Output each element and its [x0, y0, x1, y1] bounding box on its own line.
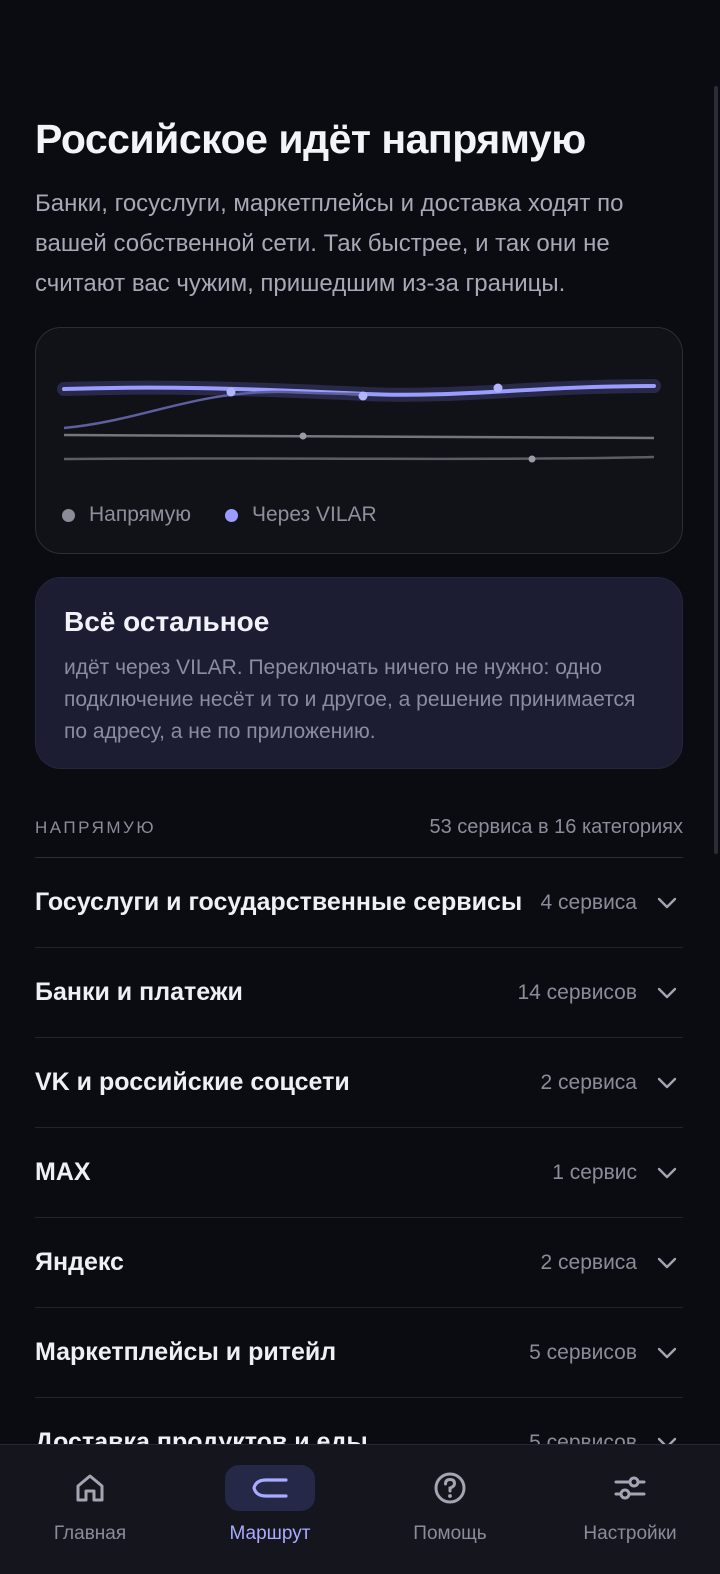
chevron-down-icon[interactable] — [655, 981, 679, 1005]
chart-legend: Напрямую Через VILAR — [62, 503, 411, 527]
category-count: 2 сервиса — [540, 1250, 637, 1274]
category-row[interactable]: MAX 1 сервис — [35, 1128, 683, 1218]
bottom-navigation: Главная Маршрут Помощь Настройки — [0, 1444, 720, 1574]
chevron-down-icon[interactable] — [655, 1341, 679, 1365]
category-title: Маркетплейсы и ритейл — [35, 1338, 337, 1366]
nav-label-route: Маршрут — [229, 1523, 311, 1544]
vilar-point — [493, 383, 503, 393]
info-title: Всё остальное — [64, 606, 270, 637]
nav-icon-wrap — [405, 1465, 495, 1511]
nav-icon-wrap — [45, 1465, 135, 1511]
category-title: VK и российские соцсети — [35, 1068, 350, 1096]
chevron-down-icon[interactable] — [655, 1161, 679, 1185]
legend-dot-direct — [62, 508, 75, 522]
nav-label-settings: Настройки — [583, 1523, 677, 1544]
nav-item-home[interactable]: Главная — [0, 1445, 180, 1574]
category-count: 4 сервиса — [540, 890, 637, 914]
info-text: идёт через VILAR. Переключать ничего не … — [64, 656, 636, 743]
category-row[interactable]: VK и российские соцсети 2 сервиса — [35, 1038, 683, 1128]
category-count: 1 сервис — [552, 1160, 637, 1184]
category-row[interactable]: Яндекс 2 сервиса — [35, 1218, 683, 1308]
info-card: Всё остальное идёт через VILAR. Переключ… — [35, 577, 683, 769]
nav-label-help: Помощь — [413, 1523, 487, 1544]
nav-icon-wrap — [225, 1465, 315, 1511]
legend-label-vilar: Через VILAR — [251, 503, 377, 526]
vilar-point — [358, 391, 368, 401]
help-icon — [434, 1472, 466, 1504]
direct-point — [299, 432, 307, 440]
route-icon — [252, 1478, 288, 1498]
category-title: Яндекс — [35, 1248, 124, 1276]
category-count: 2 сервиса — [540, 1070, 637, 1094]
scrollbar[interactable] — [714, 86, 718, 854]
category-title: Банки и платежи — [35, 978, 243, 1006]
category-list: Госуслуги и государственные сервисы 4 се… — [35, 858, 683, 1488]
section-label: НАПРЯМУЮ — [35, 817, 157, 837]
legend-item-direct: Напрямую — [62, 503, 191, 527]
page-description: Банки, госуслуги, маркетплейсы и доставк… — [35, 190, 624, 297]
nav-item-help[interactable]: Помощь — [360, 1445, 540, 1574]
direct-point — [528, 455, 536, 463]
nav-item-settings[interactable]: Настройки — [540, 1445, 720, 1574]
chevron-down-icon[interactable] — [655, 1071, 679, 1095]
legend-label-direct: Напрямую — [89, 503, 191, 526]
vilar-point — [226, 387, 236, 397]
home-icon — [76, 1474, 104, 1502]
chevron-down-icon[interactable] — [655, 1251, 679, 1275]
section-header: НАПРЯМУЮ 53 сервиса в 16 категориях — [35, 816, 683, 839]
category-count: 14 сервисов — [517, 980, 637, 1004]
page-title: Российское идёт напрямую — [35, 116, 586, 162]
legend-item-vilar: Через VILAR — [224, 503, 377, 527]
section-count: 53 сервиса в 16 категориях — [429, 816, 683, 838]
nav-label-home: Главная — [53, 1523, 127, 1544]
routing-chart-card: Напрямую Через VILAR — [35, 327, 683, 554]
direct-line-1 — [63, 433, 655, 440]
nav-item-route[interactable]: Маршрут — [180, 1445, 360, 1574]
category-count: 5 сервисов — [529, 1340, 637, 1364]
category-row[interactable]: Маркетплейсы и ритейл 5 сервисов — [35, 1308, 683, 1398]
category-row[interactable]: Банки и платежи 14 сервисов — [35, 948, 683, 1038]
category-title: MAX — [35, 1158, 91, 1186]
legend-dot-vilar — [224, 508, 238, 522]
category-title: Госуслуги и государственные сервисы — [35, 888, 523, 916]
chevron-down-icon[interactable] — [655, 891, 679, 915]
settings-icon — [614, 1476, 646, 1500]
category-row[interactable]: Госуслуги и государственные сервисы 4 се… — [35, 858, 683, 948]
nav-icon-wrap — [585, 1465, 675, 1511]
direct-line-2 — [63, 455, 655, 461]
